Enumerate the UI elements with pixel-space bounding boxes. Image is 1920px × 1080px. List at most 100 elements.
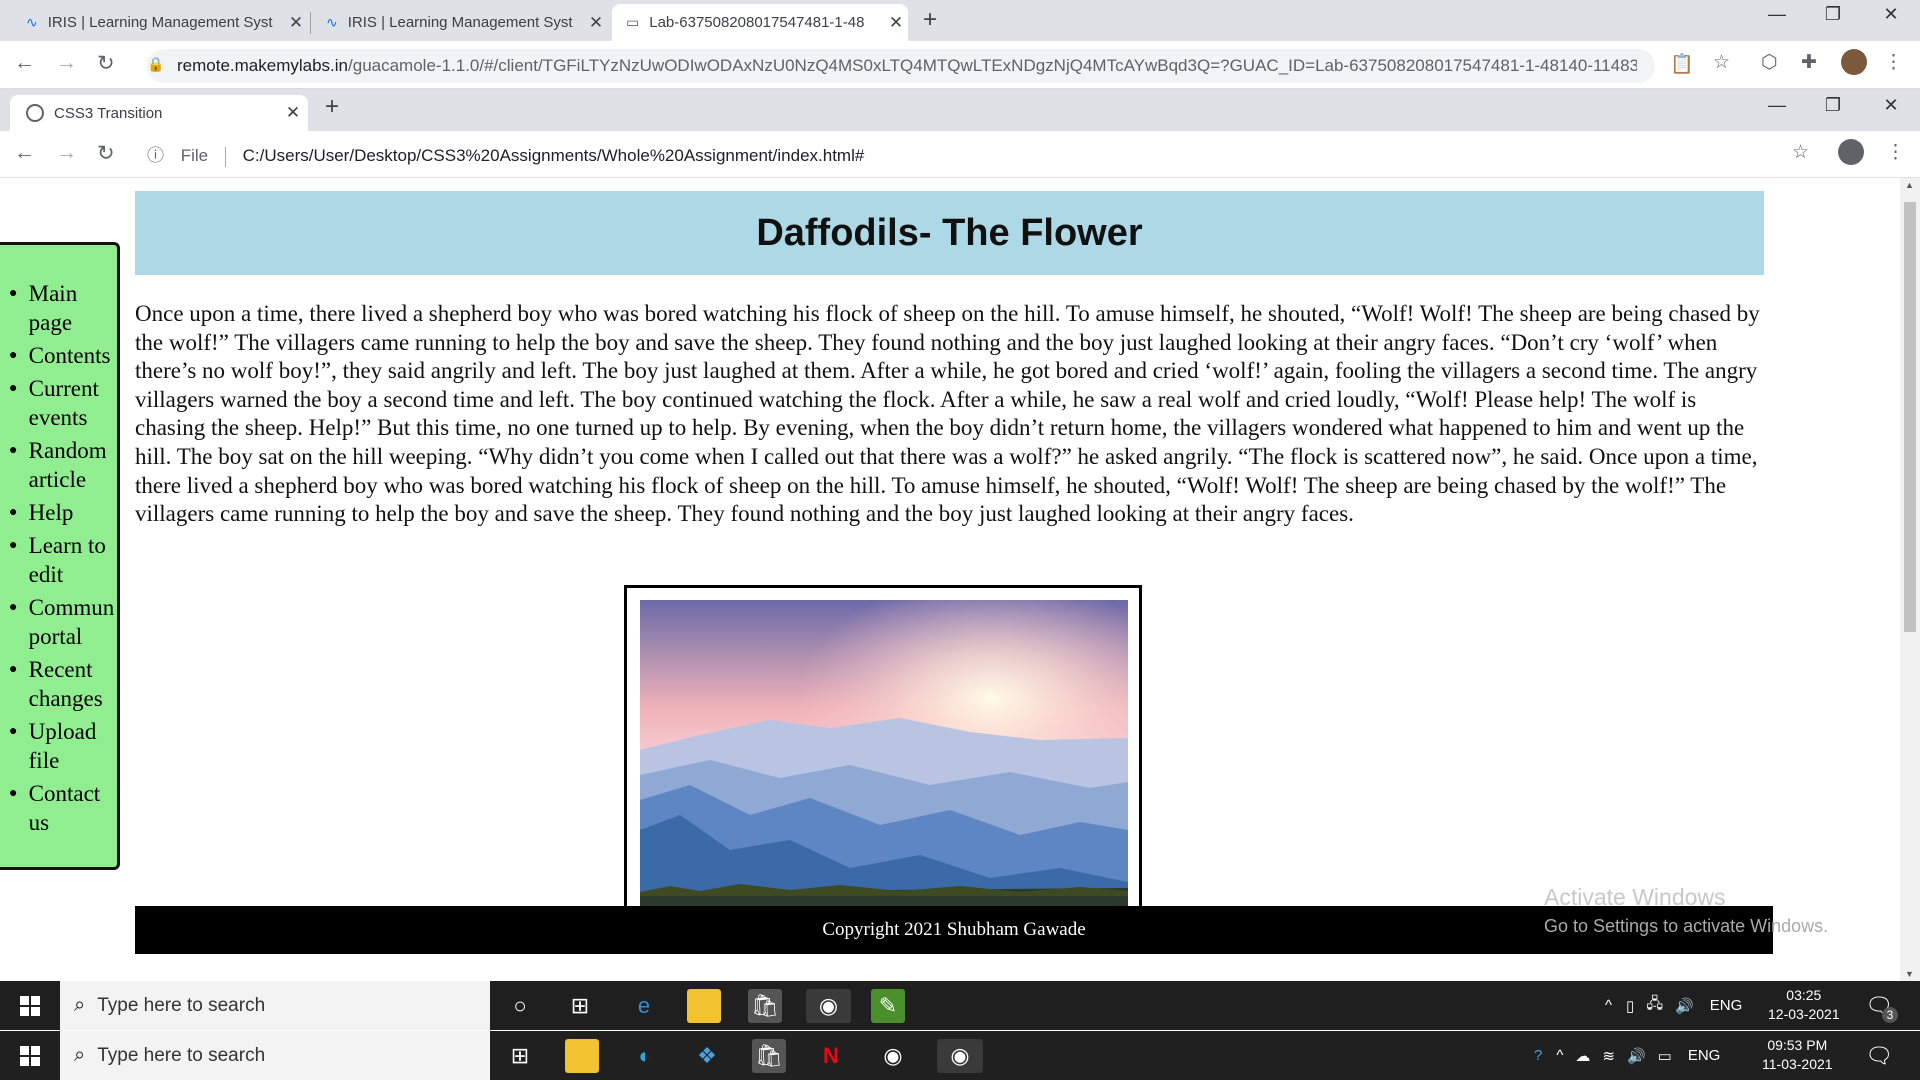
outer-tab-title: Lab-637508208017547481-1-48: [649, 14, 865, 31]
chrome-profile-icon[interactable]: ◉: [937, 1039, 983, 1073]
close-window-button[interactable]: ✕: [1871, 95, 1911, 116]
star-icon[interactable]: ☆: [1713, 51, 1730, 74]
start-button[interactable]: [0, 981, 60, 1030]
vertical-scrollbar[interactable]: ▲ ▼: [1900, 178, 1920, 981]
time-text: 03:25: [1786, 987, 1822, 1003]
outer-url-field[interactable]: 🔒 remote.makemylabs.in/guacamole-1.1.0/#…: [147, 49, 1655, 83]
bullet-icon: ●: [9, 600, 18, 615]
bullet-icon: ●: [9, 286, 18, 301]
tab-separator: [310, 12, 311, 34]
activate-windows-title: Activate Windows: [1544, 884, 1726, 910]
notepad-icon[interactable]: ✎: [871, 989, 905, 1023]
start-button[interactable]: [0, 1031, 60, 1080]
clock[interactable]: 09:53 PM 11-03-2021: [1762, 1036, 1833, 1074]
edge-icon[interactable]: e: [627, 989, 661, 1023]
outer-tab-iris-2[interactable]: ∿ IRIS | Learning Management Syst ✕: [312, 4, 608, 41]
close-window-button[interactable]: ✕: [1871, 4, 1911, 25]
search-placeholder: Type here to search: [97, 1044, 266, 1066]
outer-tab-lab[interactable]: ▭ Lab-637508208017547481-1-48 ✕: [612, 4, 908, 41]
chevron-up-icon[interactable]: ^: [1556, 1047, 1563, 1064]
star-icon[interactable]: ☆: [1792, 141, 1809, 164]
sidebar-item-random-article[interactable]: ● Random article: [9, 436, 117, 494]
scroll-up-icon[interactable]: ▲: [1905, 180, 1914, 190]
close-icon[interactable]: ✕: [584, 13, 608, 33]
reload-icon[interactable]: ↻: [97, 141, 115, 166]
bullet-icon: ●: [9, 443, 18, 458]
battery-icon[interactable]: ▯: [1626, 997, 1634, 1015]
chrome-icon[interactable]: ◉: [876, 1039, 910, 1073]
profile-icon[interactable]: [1838, 139, 1864, 165]
file-explorer-icon[interactable]: [687, 989, 721, 1023]
sidebar-item-contact-us[interactable]: ● Contact us: [9, 779, 117, 837]
sidebar-item-recent-changes[interactable]: ● Recent changes: [9, 655, 117, 713]
new-tab-button[interactable]: +: [923, 6, 937, 34]
image-frame: [624, 585, 1142, 915]
close-icon[interactable]: ✕: [284, 13, 308, 33]
scrollbar-thumb[interactable]: [1904, 202, 1916, 632]
minimize-button[interactable]: —: [1757, 95, 1797, 116]
url-divider: [224, 146, 226, 167]
netflix-icon[interactable]: N: [814, 1039, 848, 1073]
new-tab-button[interactable]: +: [325, 93, 339, 121]
restore-button[interactable]: ❐: [1813, 4, 1853, 25]
store-icon[interactable]: 🛍: [748, 989, 782, 1023]
network-icon[interactable]: 🖧: [1646, 993, 1663, 1018]
wifi-icon[interactable]: ≋: [1602, 1047, 1615, 1065]
search-icon: ⌕: [74, 1044, 86, 1066]
taskbar-search[interactable]: ⌕ Type here to search: [60, 981, 490, 1030]
close-icon[interactable]: ✕: [278, 103, 308, 123]
outer-tab-bar: ∿ IRIS | Learning Management Syst ✕ ∿ IR…: [0, 0, 1920, 41]
local-taskbar: ⌕ Type here to search ⊞ ◐ ❖ 🛍 N ◉ ◉ ? ^ …: [0, 1031, 1920, 1080]
store-icon[interactable]: 🛍: [752, 1039, 786, 1073]
forward-arrow-icon[interactable]: →: [56, 141, 77, 165]
inner-tab-css3[interactable]: CSS3 Transition ✕: [10, 95, 308, 131]
windows-logo-icon: [20, 995, 40, 1016]
menu-icon[interactable]: ⋮: [1884, 51, 1903, 74]
sidebar-item-contents[interactable]: ● Contents: [9, 341, 117, 370]
task-view-icon[interactable]: ⊞: [503, 1039, 537, 1073]
copyright-text: Copyright 2021 Shubham Gawade: [822, 919, 1086, 940]
inner-url-field[interactable]: ⓘ File C:/Users/User/Desktop/CSS3%20Assi…: [147, 141, 864, 167]
cloud-icon[interactable]: ☁: [1575, 1047, 1590, 1065]
sidebar-item-main-page[interactable]: ● Main page: [9, 279, 117, 337]
notifications-icon[interactable]: 🗨: [1862, 1039, 1896, 1073]
minimize-button[interactable]: —: [1757, 4, 1797, 25]
sidebar-item-upload-file[interactable]: ● Upload file: [9, 717, 117, 775]
cortana-icon[interactable]: ○: [503, 989, 537, 1023]
volume-icon[interactable]: 🔊: [1675, 997, 1694, 1015]
lab-favicon-icon: ▭: [626, 14, 640, 30]
back-arrow-icon[interactable]: ←: [14, 141, 35, 165]
profile-avatar[interactable]: [1841, 49, 1867, 75]
battery-icon[interactable]: ▭: [1658, 1047, 1672, 1065]
taskbar-search[interactable]: ⌕ Type here to search: [60, 1031, 490, 1080]
clock[interactable]: 03:25 12-03-2021: [1768, 986, 1840, 1024]
sidebar-item-learn-to-edit[interactable]: ● Learn to edit: [9, 531, 117, 589]
title-banner: Daffodils- The Flower: [135, 191, 1764, 275]
clipboard-icon[interactable]: 📋: [1670, 52, 1694, 76]
page-footer: Copyright 2021 Shubham Gawade: [135, 906, 1773, 954]
extension-cube-icon[interactable]: ⬡: [1761, 51, 1778, 74]
language-indicator[interactable]: ENG: [1710, 997, 1743, 1014]
puzzle-icon[interactable]: ✚: [1801, 51, 1817, 74]
scroll-down-icon[interactable]: ▼: [1905, 969, 1914, 979]
language-indicator[interactable]: ENG: [1688, 1047, 1721, 1064]
close-icon[interactable]: ✕: [884, 13, 908, 33]
back-arrow-icon[interactable]: ←: [14, 51, 35, 75]
sidebar-item-help[interactable]: ● Help: [9, 498, 117, 527]
restore-button[interactable]: ❐: [1813, 95, 1853, 116]
sidebar-item-community-portal[interactable]: ● Commun portal: [9, 593, 117, 651]
volume-icon[interactable]: 🔊: [1627, 1047, 1646, 1065]
sidebar-item-current-events[interactable]: ● Current events: [9, 374, 117, 432]
file-explorer-icon[interactable]: [565, 1039, 599, 1073]
menu-icon[interactable]: ⋮: [1886, 141, 1905, 164]
outer-tab-iris-1[interactable]: ∿ IRIS | Learning Management Syst ✕: [12, 4, 308, 41]
edge-icon[interactable]: ◐: [628, 1039, 662, 1073]
dropbox-icon[interactable]: ❖: [690, 1039, 724, 1073]
help-icon[interactable]: ?: [1534, 1047, 1542, 1064]
forward-arrow-icon[interactable]: →: [56, 51, 77, 75]
chevron-up-icon[interactable]: ^: [1605, 997, 1612, 1014]
task-view-icon[interactable]: ⊞: [563, 989, 597, 1023]
chrome-icon[interactable]: ◉: [806, 989, 851, 1023]
reload-icon[interactable]: ↻: [97, 51, 115, 76]
info-icon: ⓘ: [147, 146, 164, 165]
